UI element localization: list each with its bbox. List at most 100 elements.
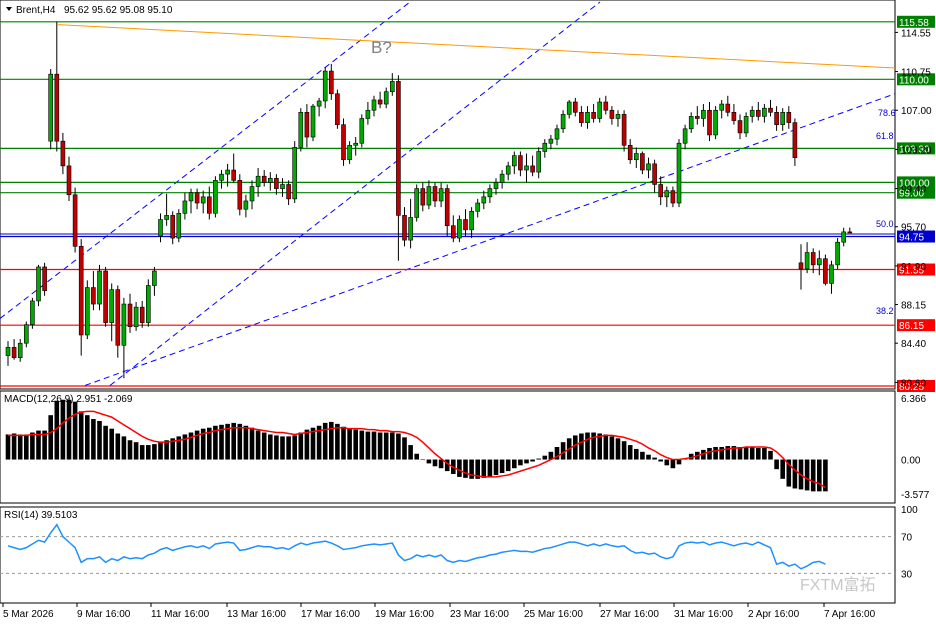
macd-bar <box>524 459 529 464</box>
macd-bar <box>359 430 365 460</box>
macd-bar <box>152 444 157 460</box>
candle-body <box>670 190 676 204</box>
candle-body <box>322 70 328 102</box>
rsi-line <box>7 523 826 570</box>
candle-body <box>701 109 706 119</box>
macd-bar <box>408 445 413 460</box>
macd-bar <box>420 459 426 461</box>
candle-body <box>286 184 291 200</box>
candle-body <box>627 144 633 161</box>
macd-bar <box>377 432 383 460</box>
macd-bar <box>383 432 389 460</box>
macd-bar <box>768 450 773 460</box>
candle-body <box>682 128 688 144</box>
macd-bar <box>627 445 633 460</box>
candle-body <box>572 101 578 113</box>
candle-body <box>182 200 188 214</box>
macd-bar <box>396 433 401 460</box>
macd-bar <box>261 432 267 460</box>
macd-bar <box>713 447 718 460</box>
candle-body <box>548 138 554 144</box>
candle-body <box>133 306 139 328</box>
time-tick-label: 23 Mar 16:00 <box>450 609 509 620</box>
candle-body <box>585 112 590 123</box>
macd-bar <box>457 459 462 477</box>
macd-bar <box>426 459 432 464</box>
macd-bar <box>335 423 340 460</box>
candle-body <box>97 270 102 305</box>
candle-body <box>121 303 127 346</box>
macd-bar <box>743 447 749 460</box>
candle-body <box>694 116 700 119</box>
candle-body <box>359 118 365 144</box>
macd-bar <box>585 432 590 460</box>
macd-bar <box>304 429 310 460</box>
macd-bar <box>146 445 151 460</box>
macd-bar <box>24 434 29 460</box>
macd-bar <box>518 459 523 466</box>
macd-bar <box>139 445 145 460</box>
macd-bar <box>78 411 84 460</box>
candle-body <box>463 219 468 231</box>
macd-bar <box>237 423 243 460</box>
price-tick-label: 95.70 <box>901 223 926 234</box>
candle-body <box>292 147 298 200</box>
macd-bar <box>707 447 712 460</box>
candle-body <box>621 114 627 146</box>
macd-bar <box>634 448 639 460</box>
macd-bar <box>60 399 66 460</box>
candle-body <box>426 186 432 206</box>
price-tick-label: 91.90 <box>901 262 926 273</box>
macd-bar <box>121 436 127 460</box>
macd-bar <box>640 451 645 460</box>
candle-body <box>207 196 212 214</box>
candle-body <box>66 165 72 196</box>
candle-body <box>780 112 786 125</box>
candle-body <box>414 188 420 218</box>
time-tick-label: 31 Mar 16:00 <box>674 609 733 620</box>
rsi-pane <box>0 523 895 574</box>
level-tag-text-7: 86.15 <box>899 321 924 332</box>
macd-bar <box>664 459 670 466</box>
candle-body <box>542 142 548 152</box>
candle-body <box>23 324 29 344</box>
macd-bar <box>756 447 761 460</box>
macd-bar <box>780 459 785 479</box>
candle-body <box>633 153 639 161</box>
candle-body <box>109 289 114 323</box>
price-tick-label: 114.55 <box>901 28 931 39</box>
candle-body <box>664 190 670 198</box>
candle-body <box>743 116 749 134</box>
candle-body <box>646 163 651 171</box>
macd-bar <box>432 459 438 467</box>
candle-body <box>493 182 499 189</box>
macd-bar <box>658 459 663 462</box>
macd-bar <box>603 434 609 460</box>
macd-bar <box>164 440 169 460</box>
rsi-tick-label: 70 <box>901 533 913 544</box>
rsi-title: RSI(14) 39.5103 <box>4 510 78 521</box>
candle-body <box>432 186 438 202</box>
candle-body <box>554 128 560 140</box>
macd-pane <box>5 399 828 492</box>
candle-body <box>176 213 182 239</box>
candle-body <box>420 188 426 206</box>
candle-body <box>298 112 304 148</box>
macd-bar <box>322 422 328 460</box>
macd-bar <box>615 438 621 460</box>
macd-bar <box>390 432 395 460</box>
candle-body <box>536 151 542 173</box>
candle-body <box>713 109 718 136</box>
menu-triangle-icon[interactable] <box>6 7 12 11</box>
candle-body <box>835 241 840 266</box>
candle-body <box>280 184 285 189</box>
rsi-pane-frame <box>0 506 896 604</box>
candle-body <box>475 202 481 212</box>
macd-bar <box>298 432 304 460</box>
macd-bar <box>646 454 651 460</box>
macd-bar <box>11 433 17 460</box>
candle-body <box>731 112 737 121</box>
candle-body <box>518 155 523 171</box>
price-tick-label: 107.00 <box>901 106 932 117</box>
fib-label-1: 61.8 <box>876 131 894 141</box>
